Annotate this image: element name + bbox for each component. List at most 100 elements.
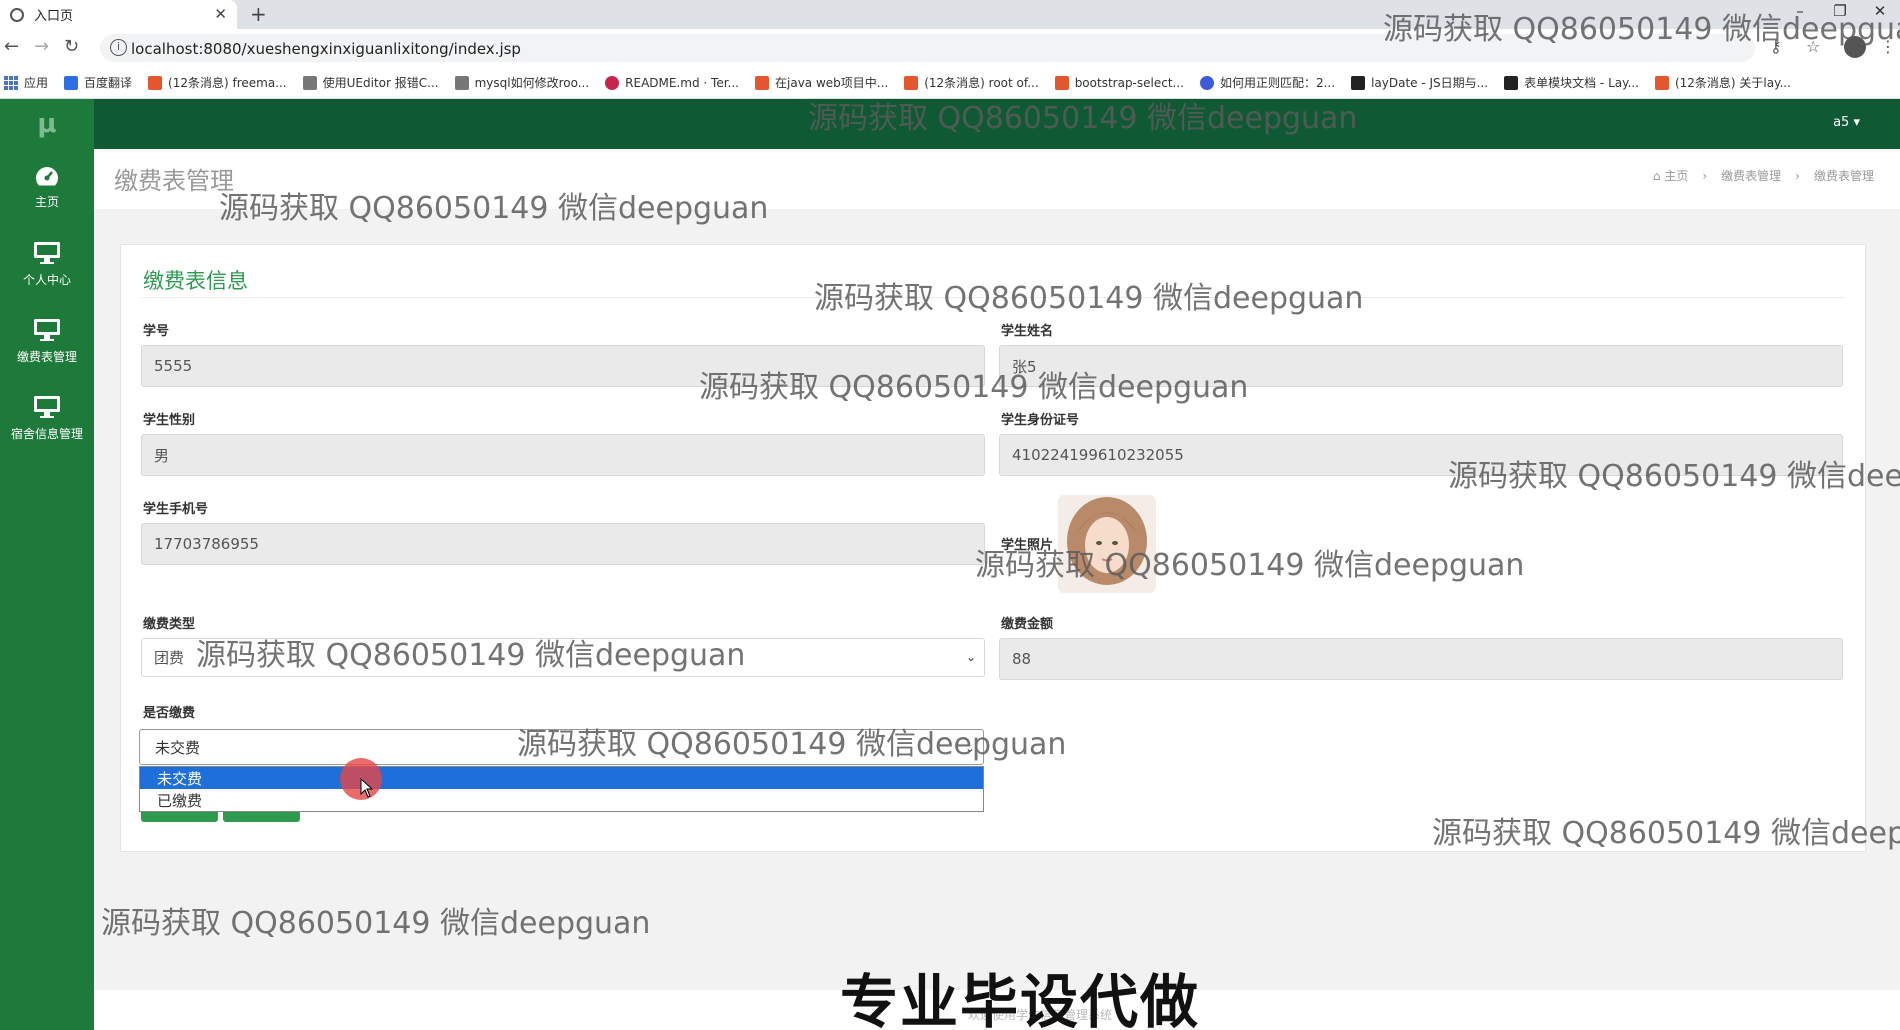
paw-icon bbox=[1199, 75, 1214, 90]
csdn-icon bbox=[148, 75, 163, 90]
site-icon bbox=[302, 75, 317, 90]
bookmark-label: 应用 bbox=[24, 76, 49, 90]
bookmark-item[interactable]: 在java web项目中... bbox=[755, 74, 888, 91]
bookmark-label: (12条消息) root of... bbox=[924, 76, 1039, 90]
monitor-icon bbox=[34, 319, 60, 341]
breadcrumb-item: 缴费表管理 bbox=[1813, 169, 1874, 183]
breadcrumb-separator: › bbox=[1702, 168, 1708, 183]
bookmark-label: 在java web项目中... bbox=[775, 76, 889, 90]
sidebar-item-profile[interactable]: 个人中心 bbox=[0, 226, 94, 303]
gitee-icon bbox=[605, 75, 620, 90]
sidebar-item-fees[interactable]: 缴费表管理 bbox=[0, 303, 94, 380]
bookmark-item[interactable]: (12条消息) 关于lay... bbox=[1654, 74, 1791, 91]
phone-label: 学生手机号 bbox=[143, 502, 209, 517]
gender-label: 学生性别 bbox=[143, 413, 196, 428]
watermark-text: 源码获取 QQ86050149 微信deepguan bbox=[1448, 459, 1900, 494]
bookmark-label: 百度翻译 bbox=[84, 76, 133, 90]
bookmark-label: 使用UEditor 报错C... bbox=[322, 76, 439, 90]
fee-type-value: 团费 bbox=[154, 649, 185, 667]
bookmark-item[interactable]: 如何用正则匹配：2... bbox=[1199, 74, 1336, 91]
form-title: 缴费表信息 bbox=[143, 269, 248, 293]
sidebar-item-dorm[interactable]: 宿舍信息管理 bbox=[0, 380, 94, 457]
bookmark-apps[interactable]: 应用 bbox=[4, 74, 48, 91]
sidebar-item-label: 缴费表管理 bbox=[16, 350, 77, 364]
watermark-text: 源码获取 QQ86050149 微信deepguan bbox=[517, 727, 1067, 762]
watermark-text: 源码获取 QQ86050149 微信deepguan bbox=[219, 191, 769, 226]
gender-field[interactable]: 男 bbox=[141, 434, 985, 476]
monitor-icon bbox=[34, 242, 60, 264]
browser-tab[interactable]: 入口页 ✕ bbox=[0, 0, 237, 29]
bookmark-label: 如何用正则匹配：2... bbox=[1219, 76, 1336, 90]
watermark-text: 源码获取 QQ86050149 微信deepguan bbox=[699, 370, 1249, 405]
dashboard-icon bbox=[36, 167, 58, 186]
csdn-icon bbox=[755, 75, 769, 90]
watermark-text: 源码获取 QQ86050149 微信deepguan bbox=[196, 638, 746, 673]
layui-icon bbox=[1351, 75, 1366, 90]
sidebar-item-home[interactable]: 主页 bbox=[0, 149, 94, 226]
watermark-text: 源码获取 QQ86050149 微信deepguan bbox=[808, 101, 1358, 136]
bookmark-item[interactable]: 使用UEditor 报错C... bbox=[302, 74, 439, 91]
mouse-pointer-icon bbox=[360, 778, 374, 798]
breadcrumb-home[interactable]: ⌂ 主页 bbox=[1653, 167, 1688, 184]
forward-icon[interactable]: → bbox=[34, 36, 49, 57]
watermark-text: 源码获取 QQ86050149 微信deepguan bbox=[814, 281, 1364, 316]
student-no-label: 学号 bbox=[143, 324, 170, 339]
paid-option-paid[interactable]: 已缴费 bbox=[140, 789, 983, 811]
bookmark-label: README.md · Ter... bbox=[625, 75, 739, 90]
bookmark-label: (12条消息) 关于lay... bbox=[1674, 76, 1791, 90]
bookmark-item[interactable]: bootstrap-select... bbox=[1054, 75, 1184, 90]
fee-amount-label: 缴费金额 bbox=[1001, 617, 1054, 632]
site-icon bbox=[454, 75, 469, 90]
url-text: localhost:8080/xueshengxinxiguanlixitong… bbox=[131, 40, 521, 58]
paid-label: 是否缴费 bbox=[143, 706, 196, 721]
csdn-icon bbox=[1654, 75, 1669, 90]
monitor-icon bbox=[34, 396, 60, 418]
id-card-label: 学生身份证号 bbox=[1001, 413, 1080, 428]
watermark-text: 源码获取 QQ86050149 微信deepguan bbox=[1383, 12, 1900, 47]
sidebar-item-label: 主页 bbox=[34, 195, 59, 209]
chevron-down-icon: ⌄ bbox=[965, 650, 976, 664]
student-name-label: 学生姓名 bbox=[1001, 324, 1054, 339]
watermark-text: 源码获取 QQ86050149 微信deepguan bbox=[1432, 816, 1900, 851]
breadcrumb-item[interactable]: 缴费表管理 bbox=[1721, 167, 1781, 184]
translate-icon bbox=[64, 75, 79, 90]
close-tab-icon[interactable]: ✕ bbox=[214, 5, 227, 23]
paid-options-list: 未交费 已缴费 bbox=[139, 766, 984, 812]
bookmark-item[interactable]: (12条消息) freema... bbox=[148, 74, 287, 91]
home-icon: ⌂ bbox=[1652, 169, 1661, 183]
sidebar-item-label: 个人中心 bbox=[22, 273, 71, 287]
apps-grid-icon bbox=[4, 75, 18, 90]
bookmark-item[interactable]: (12条消息) root of... bbox=[904, 74, 1039, 91]
layui-icon bbox=[1504, 75, 1519, 90]
reload-icon[interactable]: ↻ bbox=[64, 36, 79, 57]
new-tab-button[interactable]: + bbox=[250, 2, 267, 26]
user-menu[interactable]: a5 ▾ bbox=[1833, 115, 1860, 130]
site-icon bbox=[1054, 75, 1069, 90]
bookmark-item[interactable]: layDate - JS日期与... bbox=[1351, 74, 1488, 91]
promo-banner: 专业毕设代做 bbox=[840, 968, 1201, 1030]
globe-icon bbox=[10, 7, 24, 22]
tab-title: 入口页 bbox=[34, 9, 74, 24]
info-icon[interactable]: i bbox=[110, 39, 127, 56]
app-logo[interactable]: μ bbox=[0, 99, 94, 149]
page-title: 缴费表管理 bbox=[114, 167, 234, 195]
bookmark-label: 表单模块文档 - Lay... bbox=[1524, 76, 1639, 90]
bookmark-item[interactable]: README.md · Ter... bbox=[605, 75, 739, 90]
bookmark-item[interactable]: 表单模块文档 - Lay... bbox=[1504, 74, 1639, 91]
sidebar: μ 主页 个人中心 缴费表管理 宿舍信息管理 bbox=[0, 99, 94, 1030]
breadcrumb-separator: › bbox=[1795, 168, 1800, 183]
paid-value: 未交费 bbox=[155, 738, 201, 757]
bookmark-label: layDate - JS日期与... bbox=[1371, 76, 1489, 90]
csdn-icon bbox=[904, 75, 919, 90]
breadcrumb: ⌂ 主页 › 缴费表管理 › 缴费表管理 bbox=[1653, 167, 1874, 184]
phone-field[interactable]: 17703786955 bbox=[141, 523, 985, 565]
fee-amount-field[interactable]: 88 bbox=[999, 638, 1843, 680]
bookmark-label: (12条消息) freema... bbox=[168, 76, 287, 90]
back-icon[interactable]: ← bbox=[4, 36, 19, 57]
bookmark-item[interactable]: mysql如何修改roo... bbox=[454, 74, 590, 91]
bookmark-item[interactable]: 百度翻译 bbox=[64, 74, 132, 91]
fee-type-label: 缴费类型 bbox=[143, 617, 196, 632]
bookmark-label: bootstrap-select... bbox=[1074, 75, 1184, 90]
bookmark-label: mysql如何修改roo... bbox=[474, 76, 590, 90]
paid-option-unpaid[interactable]: 未交费 bbox=[140, 767, 983, 789]
